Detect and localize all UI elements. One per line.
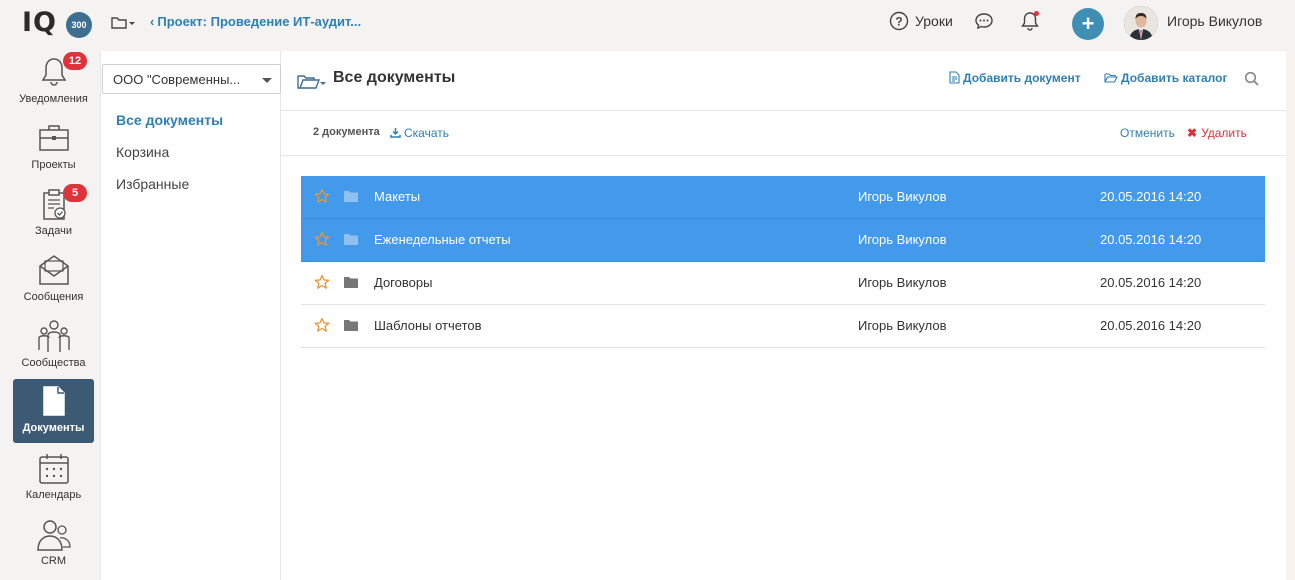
nav-item-communities[interactable]: Сообщества (13, 314, 94, 378)
row-owner: Игорь Викулов (858, 318, 947, 333)
document-icon (36, 383, 72, 419)
star-icon[interactable] (314, 231, 330, 247)
documents-panel: ООО "Современны... Все документы Корзина… (100, 51, 281, 580)
nav-label: Уведомления (19, 93, 88, 105)
breadcrumb-label: Проект: Проведение ИТ-аудит... (157, 14, 362, 29)
nav-item-messages[interactable]: Сообщения (13, 248, 94, 312)
user-name[interactable]: Игорь Викулов (1167, 13, 1262, 29)
calendar-icon (36, 450, 72, 486)
selection-toolbar: 2 документа Скачать Отменить ✖ Удалить (281, 111, 1286, 156)
chevron-left-icon: ‹ (150, 14, 155, 29)
row-owner: Игорь Викулов (858, 189, 947, 204)
delete-button[interactable]: ✖ Удалить (1187, 126, 1247, 140)
download-label: Скачать (404, 126, 449, 140)
avatar[interactable] (1124, 6, 1158, 40)
row-date: 20.05.2016 14:20 (1100, 275, 1202, 290)
main-content: Все документы Добавить документ Добавить… (281, 51, 1286, 580)
folder-icon (1104, 73, 1118, 83)
table-row[interactable]: Макеты Игорь Викулов 20.05.2016 14:20 (301, 176, 1265, 219)
folder-icon (343, 232, 359, 246)
selection-count: 2 документа (313, 126, 380, 138)
row-owner: Игорь Викулов (858, 275, 947, 290)
star-icon[interactable] (314, 274, 330, 290)
panel-link-all-documents[interactable]: Все документы (116, 112, 223, 128)
delete-label: Удалить (1201, 126, 1247, 140)
main-header: Все документы Добавить документ Добавить… (281, 51, 1286, 111)
nav-label: Проекты (31, 159, 76, 171)
chat-icon[interactable] (974, 11, 994, 31)
nav-item-notifications[interactable]: 12 Уведомления (13, 50, 94, 114)
row-name[interactable]: Еженедельные отчеты (374, 232, 511, 247)
row-date: 20.05.2016 14:20 (1100, 318, 1202, 333)
row-date: 20.05.2016 14:20 (1100, 232, 1202, 247)
nav-label: Календарь (25, 489, 82, 501)
tasks-badge: 5 (63, 184, 87, 202)
help-icon[interactable]: ? (889, 11, 909, 31)
nav-item-tasks[interactable]: 5 Задачи (13, 182, 94, 246)
envelope-icon (36, 252, 72, 288)
nav-label: CRM (40, 555, 67, 567)
cancel-button[interactable]: Отменить (1120, 126, 1175, 140)
documents-table: Макеты Игорь Викулов 20.05.2016 14:20 Еж… (301, 176, 1265, 348)
row-owner: Игорь Викулов (858, 232, 947, 247)
row-date: 20.05.2016 14:20 (1100, 189, 1202, 204)
people-icon (36, 318, 72, 354)
nav-item-crm[interactable]: CRM (13, 512, 94, 576)
svg-text:?: ? (895, 15, 902, 29)
table-row[interactable]: Еженедельные отчеты Игорь Викулов 20.05.… (301, 219, 1265, 262)
download-button[interactable]: Скачать (390, 126, 449, 140)
star-icon[interactable] (314, 317, 330, 333)
breadcrumb[interactable]: ‹ Проект: Проведение ИТ-аудит... (150, 14, 361, 29)
table-row[interactable]: Договоры Игорь Викулов 20.05.2016 14:20 (301, 262, 1265, 305)
briefcase-icon (36, 120, 72, 156)
row-name[interactable]: Макеты (374, 189, 420, 204)
panel-link-favorites[interactable]: Избранные (116, 176, 189, 192)
add-catalog-label: Добавить каталог (1121, 71, 1228, 85)
row-name[interactable]: Шаблоны отчетов (374, 318, 482, 333)
close-icon: ✖ (1187, 126, 1198, 140)
crm-icon (36, 516, 72, 552)
open-folder-icon[interactable] (297, 71, 327, 91)
add-catalog-button[interactable]: Добавить каталог (1104, 71, 1227, 85)
main-nav: 12 Уведомления Проекты 5 Задачи Сообщени… (0, 50, 100, 580)
panel-link-trash[interactable]: Корзина (116, 144, 169, 160)
star-icon[interactable] (314, 188, 330, 204)
document-icon (949, 71, 960, 84)
nav-label: Задачи (35, 225, 72, 237)
add-document-label: Добавить документ (963, 71, 1081, 85)
lessons-link[interactable]: Уроки (915, 13, 953, 29)
folder-dropdown-icon[interactable] (110, 14, 136, 32)
table-row[interactable]: Шаблоны отчетов Игорь Викулов 20.05.2016… (301, 305, 1265, 348)
row-name[interactable]: Договоры (374, 275, 432, 290)
folder-icon (343, 189, 359, 203)
search-icon[interactable] (1244, 71, 1260, 87)
notifications-badge: 12 (63, 52, 87, 70)
add-button[interactable]: + (1072, 8, 1104, 40)
folder-icon (343, 318, 359, 332)
page-title: Все документы (333, 69, 456, 86)
notifications-bell-icon[interactable] (1019, 10, 1041, 32)
nav-label: Сообщества (21, 357, 86, 369)
nav-label: Документы (22, 422, 85, 434)
logo-text: IQ (22, 7, 57, 38)
chevron-down-icon (262, 78, 272, 83)
download-icon (390, 128, 401, 138)
organization-select[interactable]: ООО "Современны... (102, 64, 281, 94)
top-bar: IQ 300 ‹ Проект: Проведение ИТ-аудит... ?… (0, 0, 1295, 46)
nav-item-documents[interactable]: Документы (13, 379, 94, 443)
nav-label: Сообщения (23, 291, 84, 303)
logo-badge: 300 (66, 12, 92, 38)
folder-icon (343, 275, 359, 289)
nav-item-calendar[interactable]: Календарь (13, 446, 94, 510)
nav-item-projects[interactable]: Проекты (13, 116, 94, 180)
add-document-button[interactable]: Добавить документ (949, 71, 1081, 85)
app-logo[interactable]: IQ 300 (22, 7, 94, 39)
organization-select-value: ООО "Современны... (113, 72, 241, 87)
